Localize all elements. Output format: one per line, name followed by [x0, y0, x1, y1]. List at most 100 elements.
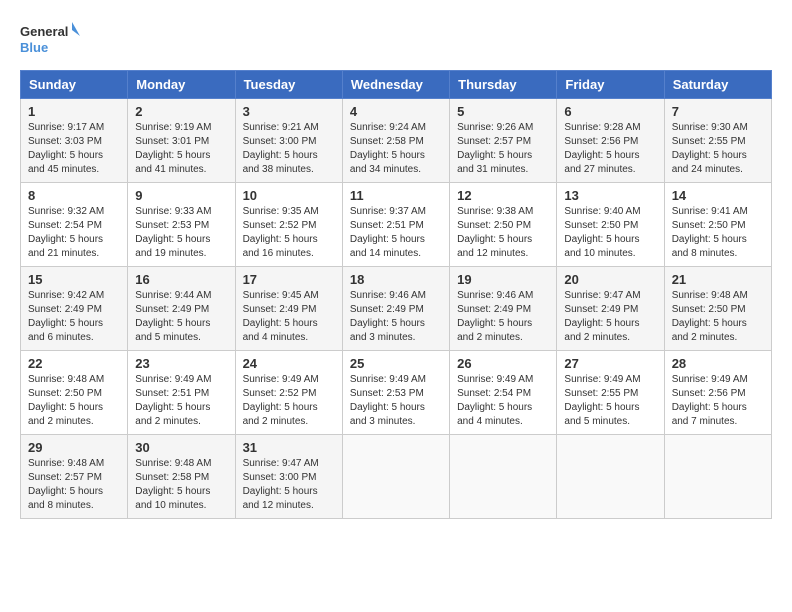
- day-number: 27: [564, 356, 656, 371]
- day-info: Sunrise: 9:30 AMSunset: 2:55 PMDaylight:…: [672, 122, 748, 175]
- calendar-cell: 20 Sunrise: 9:47 AMSunset: 2:49 PMDayligh…: [557, 267, 664, 351]
- calendar-cell: 14Sunrise: 9:41 AMSunset: 2:50 PMDayligh…: [664, 183, 771, 267]
- calendar-cell: [664, 435, 771, 519]
- calendar-cell: 26Sunrise: 9:49 AMSunset: 2:54 PMDayligh…: [450, 351, 557, 435]
- day-number: 15: [28, 272, 120, 287]
- day-info: Sunrise: 9:24 AMSunset: 2:58 PMDaylight:…: [350, 122, 426, 175]
- day-info: Sunrise: 9:48 AMSunset: 2:50 PMDaylight:…: [28, 374, 104, 427]
- day-number: 9: [135, 188, 227, 203]
- calendar-cell: 13 Sunrise: 9:40 AMSunset: 2:50 PMDayligh…: [557, 183, 664, 267]
- svg-text:General: General: [20, 24, 68, 39]
- page-header: General Blue: [20, 20, 772, 60]
- calendar-header: SundayMondayTuesdayWednesdayThursdayFrid…: [21, 71, 772, 99]
- day-number: 26: [457, 356, 549, 371]
- day-of-week-header: Thursday: [450, 71, 557, 99]
- day-info: Sunrise: 9:48 AMSunset: 2:58 PMDaylight:…: [135, 458, 211, 511]
- day-info: Sunrise: 9:49 AMSunset: 2:53 PMDaylight:…: [350, 374, 426, 427]
- calendar-cell: [342, 435, 449, 519]
- calendar-cell: 10 Sunrise: 9:35 AMSunset: 2:52 PMDayligh…: [235, 183, 342, 267]
- day-info: Sunrise: 9:19 AMSunset: 3:01 PMDaylight:…: [135, 122, 211, 175]
- day-number: 10: [243, 188, 335, 203]
- calendar-cell: 8 Sunrise: 9:32 AMSunset: 2:54 PMDaylight…: [21, 183, 128, 267]
- calendar-week-row: 1 Sunrise: 9:17 AMSunset: 3:03 PMDaylight…: [21, 99, 772, 183]
- calendar-cell: 27 Sunrise: 9:49 AMSunset: 2:55 PMDayligh…: [557, 351, 664, 435]
- day-header-row: SundayMondayTuesdayWednesdayThursdayFrid…: [21, 71, 772, 99]
- calendar-cell: 24 Sunrise: 9:49 AMSunset: 2:52 PMDayligh…: [235, 351, 342, 435]
- calendar-cell: 18Sunrise: 9:46 AMSunset: 2:49 PMDayligh…: [342, 267, 449, 351]
- day-info: Sunrise: 9:21 AMSunset: 3:00 PMDaylight:…: [243, 122, 319, 175]
- calendar-body: 1 Sunrise: 9:17 AMSunset: 3:03 PMDaylight…: [21, 99, 772, 519]
- day-info: Sunrise: 9:35 AMSunset: 2:52 PMDaylight:…: [243, 206, 319, 259]
- day-info: Sunrise: 9:46 AMSunset: 2:49 PMDaylight:…: [457, 290, 533, 343]
- day-number: 21: [672, 272, 764, 287]
- day-info: Sunrise: 9:44 AMSunset: 2:49 PMDaylight:…: [135, 290, 211, 343]
- day-number: 6: [564, 104, 656, 119]
- day-of-week-header: Monday: [128, 71, 235, 99]
- day-info: Sunrise: 9:49 AMSunset: 2:56 PMDaylight:…: [672, 374, 748, 427]
- calendar-table: SundayMondayTuesdayWednesdayThursdayFrid…: [20, 70, 772, 519]
- day-number: 7: [672, 104, 764, 119]
- day-number: 22: [28, 356, 120, 371]
- day-info: Sunrise: 9:46 AMSunset: 2:49 PMDaylight:…: [350, 290, 426, 343]
- calendar-cell: 6Sunrise: 9:28 AMSunset: 2:56 PMDaylight…: [557, 99, 664, 183]
- day-info: Sunrise: 9:32 AMSunset: 2:54 PMDaylight:…: [28, 206, 104, 259]
- day-number: 2: [135, 104, 227, 119]
- day-number: 3: [243, 104, 335, 119]
- day-of-week-header: Sunday: [21, 71, 128, 99]
- day-number: 11: [350, 188, 442, 203]
- day-info: Sunrise: 9:48 AMSunset: 2:57 PMDaylight:…: [28, 458, 104, 511]
- svg-text:Blue: Blue: [20, 40, 48, 55]
- day-number: 24: [243, 356, 335, 371]
- day-info: Sunrise: 9:40 AMSunset: 2:50 PMDaylight:…: [564, 206, 640, 259]
- day-number: 4: [350, 104, 442, 119]
- day-info: Sunrise: 9:49 AMSunset: 2:55 PMDaylight:…: [564, 374, 640, 427]
- calendar-week-row: 15 Sunrise: 9:42 AMSunset: 2:49 PMDayligh…: [21, 267, 772, 351]
- calendar-cell: 29 Sunrise: 9:48 AMSunset: 2:57 PMDayligh…: [21, 435, 128, 519]
- day-info: Sunrise: 9:17 AMSunset: 3:03 PMDaylight:…: [28, 122, 104, 175]
- calendar-cell: 17 Sunrise: 9:45 AMSunset: 2:49 PMDayligh…: [235, 267, 342, 351]
- day-number: 31: [243, 440, 335, 455]
- calendar-cell: 15 Sunrise: 9:42 AMSunset: 2:49 PMDayligh…: [21, 267, 128, 351]
- day-number: 8: [28, 188, 120, 203]
- calendar-cell: 25Sunrise: 9:49 AMSunset: 2:53 PMDayligh…: [342, 351, 449, 435]
- day-info: Sunrise: 9:49 AMSunset: 2:52 PMDaylight:…: [243, 374, 319, 427]
- calendar-cell: 9Sunrise: 9:33 AMSunset: 2:53 PMDaylight…: [128, 183, 235, 267]
- day-number: 28: [672, 356, 764, 371]
- day-info: Sunrise: 9:47 AMSunset: 2:49 PMDaylight:…: [564, 290, 640, 343]
- calendar-cell: 11 Sunrise: 9:37 AMSunset: 2:51 PMDayligh…: [342, 183, 449, 267]
- day-info: Sunrise: 9:47 AMSunset: 3:00 PMDaylight:…: [243, 458, 319, 511]
- day-info: Sunrise: 9:48 AMSunset: 2:50 PMDaylight:…: [672, 290, 748, 343]
- calendar-cell: [450, 435, 557, 519]
- calendar-cell: 16Sunrise: 9:44 AMSunset: 2:49 PMDayligh…: [128, 267, 235, 351]
- calendar-cell: 2 Sunrise: 9:19 AMSunset: 3:01 PMDaylight…: [128, 99, 235, 183]
- day-info: Sunrise: 9:49 AMSunset: 2:51 PMDaylight:…: [135, 374, 211, 427]
- calendar-cell: 21 Sunrise: 9:48 AMSunset: 2:50 PMDayligh…: [664, 267, 771, 351]
- calendar-cell: 19 Sunrise: 9:46 AMSunset: 2:49 PMDayligh…: [450, 267, 557, 351]
- day-info: Sunrise: 9:42 AMSunset: 2:49 PMDaylight:…: [28, 290, 104, 343]
- day-number: 17: [243, 272, 335, 287]
- logo: General Blue: [20, 20, 80, 60]
- day-info: Sunrise: 9:38 AMSunset: 2:50 PMDaylight:…: [457, 206, 533, 259]
- day-info: Sunrise: 9:41 AMSunset: 2:50 PMDaylight:…: [672, 206, 748, 259]
- day-number: 5: [457, 104, 549, 119]
- calendar-cell: 3 Sunrise: 9:21 AMSunset: 3:00 PMDaylight…: [235, 99, 342, 183]
- day-number: 1: [28, 104, 120, 119]
- calendar-cell: 7 Sunrise: 9:30 AMSunset: 2:55 PMDaylight…: [664, 99, 771, 183]
- day-number: 29: [28, 440, 120, 455]
- calendar-cell: 5 Sunrise: 9:26 AMSunset: 2:57 PMDaylight…: [450, 99, 557, 183]
- day-number: 23: [135, 356, 227, 371]
- logo-icon: General Blue: [20, 20, 80, 60]
- calendar-cell: 22 Sunrise: 9:48 AMSunset: 2:50 PMDayligh…: [21, 351, 128, 435]
- day-info: Sunrise: 9:45 AMSunset: 2:49 PMDaylight:…: [243, 290, 319, 343]
- day-number: 13: [564, 188, 656, 203]
- day-of-week-header: Wednesday: [342, 71, 449, 99]
- day-info: Sunrise: 9:37 AMSunset: 2:51 PMDaylight:…: [350, 206, 426, 259]
- calendar-week-row: 29 Sunrise: 9:48 AMSunset: 2:57 PMDayligh…: [21, 435, 772, 519]
- calendar-cell: 4 Sunrise: 9:24 AMSunset: 2:58 PMDaylight…: [342, 99, 449, 183]
- day-number: 20: [564, 272, 656, 287]
- day-number: 19: [457, 272, 549, 287]
- day-of-week-header: Tuesday: [235, 71, 342, 99]
- calendar-week-row: 22 Sunrise: 9:48 AMSunset: 2:50 PMDayligh…: [21, 351, 772, 435]
- day-info: Sunrise: 9:26 AMSunset: 2:57 PMDaylight:…: [457, 122, 533, 175]
- calendar-week-row: 8 Sunrise: 9:32 AMSunset: 2:54 PMDaylight…: [21, 183, 772, 267]
